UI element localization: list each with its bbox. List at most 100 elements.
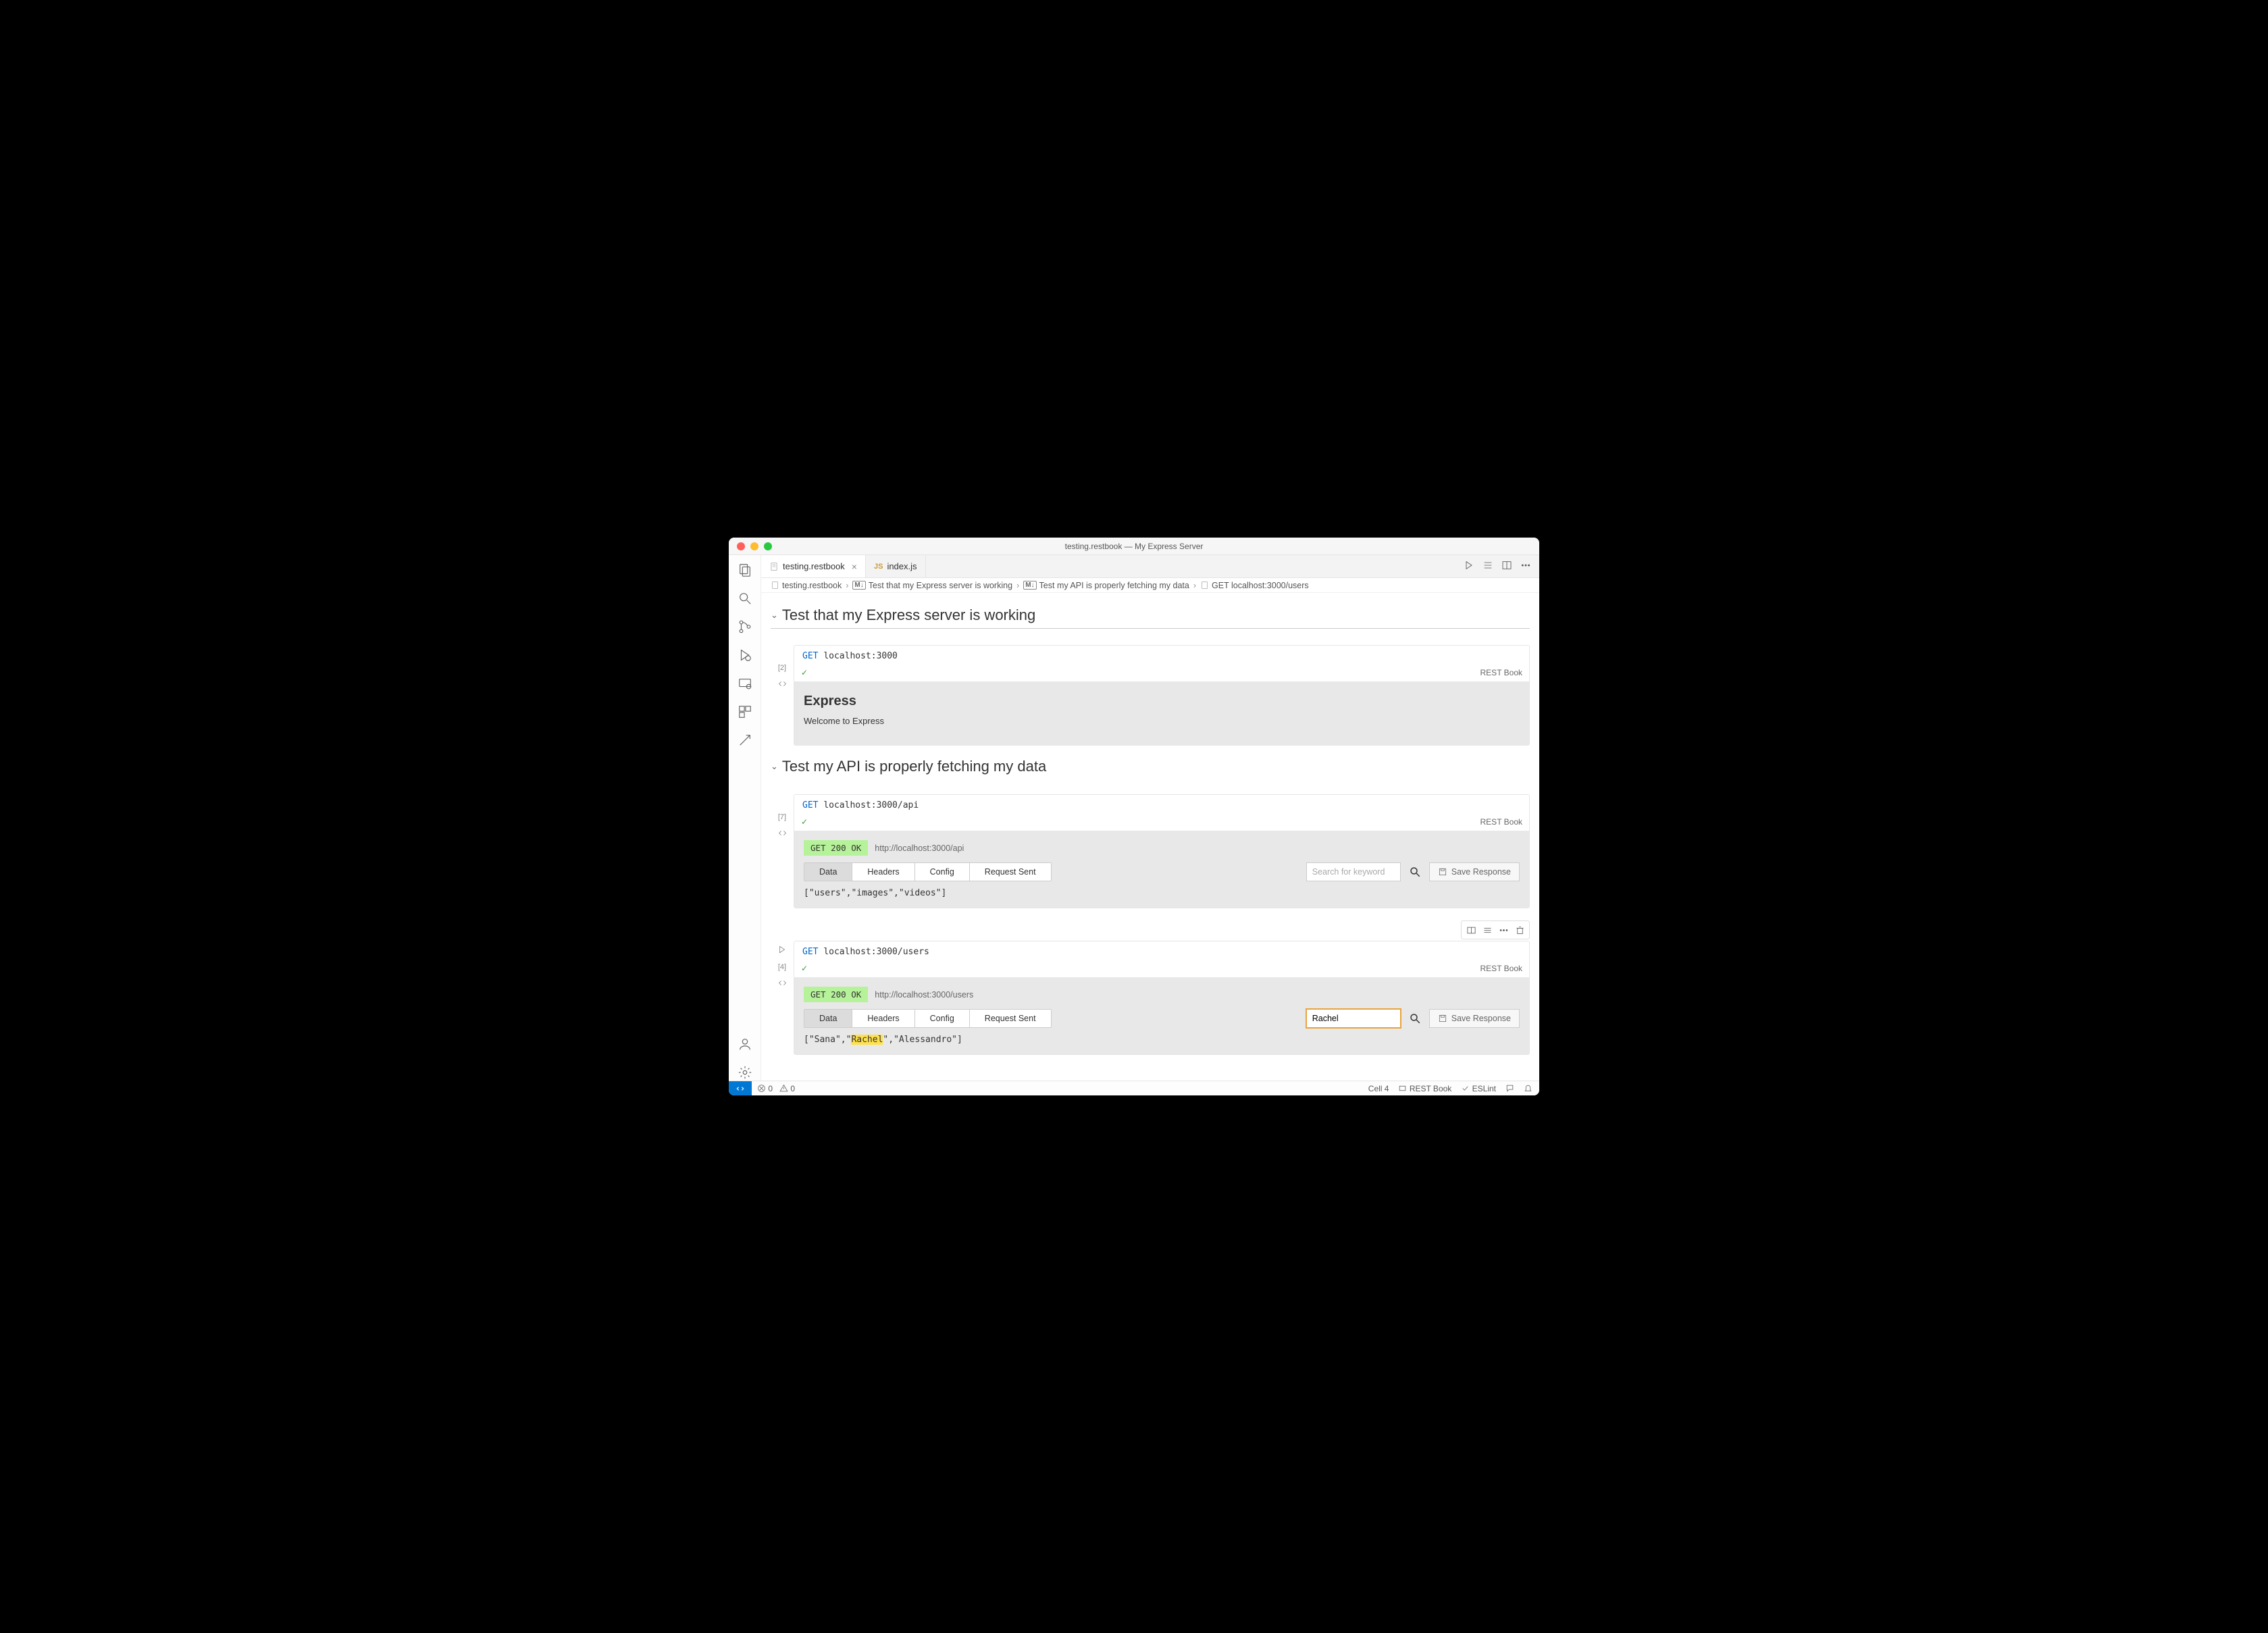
breadcrumb-h2[interactable]: M↓ Test my API is properly fetching my d… xyxy=(1023,581,1189,590)
success-check-icon: ✓ xyxy=(801,964,808,973)
divider xyxy=(771,628,1530,629)
tab-data[interactable]: Data xyxy=(804,1010,852,1027)
tab-config[interactable]: Config xyxy=(915,1010,970,1027)
chevron-down-icon[interactable]: ⌄ xyxy=(771,761,778,772)
cell-status-row: ✓ REST Book xyxy=(794,816,1529,831)
remote-indicator[interactable] xyxy=(729,1081,752,1095)
search-input[interactable] xyxy=(1306,1009,1401,1028)
notebook[interactable]: ⌄ Test that my Express server is working… xyxy=(761,593,1539,1081)
source-control-icon[interactable] xyxy=(737,619,753,635)
code-icon[interactable] xyxy=(777,978,788,990)
code-icon[interactable] xyxy=(777,679,788,691)
breadcrumb-file[interactable]: testing.restbook xyxy=(771,581,842,590)
js-file-icon: JS xyxy=(874,563,883,571)
markdown-icon: M↓ xyxy=(852,581,865,590)
request-url: localhost:3000 xyxy=(823,651,898,661)
tab-headers[interactable]: Headers xyxy=(852,1010,914,1027)
response-url: http://localhost:3000/api xyxy=(875,844,964,853)
remote-explorer-icon[interactable] xyxy=(737,675,753,692)
run-all-icon[interactable] xyxy=(1464,560,1474,573)
minimize-window-button[interactable] xyxy=(750,542,758,550)
close-window-button[interactable] xyxy=(737,542,745,550)
success-check-icon: ✓ xyxy=(801,668,808,677)
search-input[interactable] xyxy=(1306,862,1401,881)
cell-icon xyxy=(1200,581,1209,590)
tab-data[interactable]: Data xyxy=(804,863,852,881)
kernel-label[interactable]: REST Book xyxy=(1480,964,1522,973)
cell-gutter: [7] xyxy=(771,794,794,908)
save-response-button[interactable]: Save Response xyxy=(1429,862,1520,881)
section-header-1: ⌄ Test that my Express server is working xyxy=(771,606,1530,624)
feedback-icon[interactable] xyxy=(1505,1084,1514,1093)
more-icon[interactable] xyxy=(1520,560,1531,573)
tab-testing-restbook[interactable]: testing.restbook × xyxy=(761,555,866,577)
code-icon[interactable] xyxy=(777,828,788,840)
run-debug-icon[interactable] xyxy=(737,647,753,663)
explorer-icon[interactable] xyxy=(737,562,753,578)
http-method: GET xyxy=(802,651,818,661)
save-icon xyxy=(1438,867,1447,877)
chevron-down-icon[interactable]: ⌄ xyxy=(771,610,778,621)
trash-icon[interactable] xyxy=(1512,923,1527,937)
tab-request-sent[interactable]: Request Sent xyxy=(970,863,1051,881)
zoom-window-button[interactable] xyxy=(764,542,772,550)
success-check-icon: ✓ xyxy=(801,817,808,827)
eslint-indicator[interactable]: ESLint xyxy=(1461,1084,1496,1093)
file-icon xyxy=(771,581,779,590)
traffic-lights xyxy=(729,542,772,550)
notebook-cell: [2] GET localhost:3000 ✓ REST Book xyxy=(771,645,1530,746)
code-input[interactable]: GET localhost:3000 xyxy=(794,646,1529,667)
markdown-icon: M↓ xyxy=(1023,581,1036,590)
tab-bar: testing.restbook × JS index.js xyxy=(761,555,1539,578)
tab-headers[interactable]: Headers xyxy=(852,863,914,881)
section-header-2: ⌄ Test my API is properly fetching my da… xyxy=(771,758,1530,775)
cell-output: GET 200 OK http://localhost:3000/api Dat… xyxy=(794,831,1529,908)
code-input[interactable]: GET localhost:3000/api xyxy=(794,795,1529,816)
close-icon[interactable]: × xyxy=(852,561,857,572)
activity-bar xyxy=(729,555,761,1081)
editor-actions xyxy=(1464,555,1539,577)
breadcrumb-h1[interactable]: M↓ Test that my Express server is workin… xyxy=(852,581,1012,590)
more-icon[interactable] xyxy=(1496,923,1511,937)
problems-indicator[interactable]: 0 0 xyxy=(757,1084,795,1093)
split-cell-icon[interactable] xyxy=(1464,923,1478,937)
search-icon[interactable] xyxy=(737,590,753,606)
section-title: Test that my Express server is working xyxy=(782,606,1035,624)
lines-icon[interactable] xyxy=(1480,923,1495,937)
search-icon[interactable] xyxy=(1409,866,1421,878)
tab-request-sent[interactable]: Request Sent xyxy=(970,1010,1051,1027)
clear-outputs-icon[interactable] xyxy=(1483,560,1493,573)
tab-config[interactable]: Config xyxy=(915,863,970,881)
kernel-indicator[interactable]: REST Book xyxy=(1398,1084,1451,1093)
split-editor-icon[interactable] xyxy=(1501,560,1512,573)
tab-label: index.js xyxy=(887,561,917,571)
execution-count: [7] xyxy=(778,813,786,821)
search-highlight: Rachel xyxy=(851,1035,883,1045)
accounts-icon[interactable] xyxy=(737,1036,753,1052)
kernel-label[interactable]: REST Book xyxy=(1480,817,1522,827)
bell-icon[interactable] xyxy=(1524,1084,1532,1093)
status-badge: GET 200 OK xyxy=(804,840,868,856)
extensions-icon[interactable] xyxy=(737,704,753,720)
kernel-label[interactable]: REST Book xyxy=(1480,668,1522,677)
cell-indicator[interactable]: Cell 4 xyxy=(1368,1084,1389,1093)
search-icon[interactable] xyxy=(1409,1012,1421,1025)
breadcrumb: testing.restbook › M↓ Test that my Expre… xyxy=(761,578,1539,593)
tab-index-js[interactable]: JS index.js xyxy=(866,555,926,577)
status-bar: 0 0 Cell 4 REST Book ESLint xyxy=(729,1081,1539,1095)
cell-body: GET localhost:3000/api ✓ REST Book GET 2… xyxy=(794,794,1530,908)
http-method: GET xyxy=(802,800,818,810)
settings-gear-icon[interactable] xyxy=(737,1064,753,1081)
save-icon xyxy=(1438,1014,1447,1023)
response-tabs: Data Headers Config Request Sent xyxy=(804,862,1052,881)
cell-gutter: [4] xyxy=(771,941,794,1055)
breadcrumb-cell[interactable]: GET localhost:3000/users xyxy=(1200,581,1309,590)
section-title: Test my API is properly fetching my data xyxy=(782,758,1046,775)
output-heading: Express xyxy=(804,694,1520,709)
activity-extra-icon[interactable] xyxy=(737,732,753,748)
save-response-button[interactable]: Save Response xyxy=(1429,1009,1520,1028)
run-cell-icon[interactable] xyxy=(777,945,787,956)
code-input[interactable]: GET localhost:3000/users xyxy=(794,941,1529,962)
tab-label: testing.restbook xyxy=(783,561,845,571)
notebook-cell: [4] GET localhost:3000/users ✓ REST Book xyxy=(771,941,1530,1055)
